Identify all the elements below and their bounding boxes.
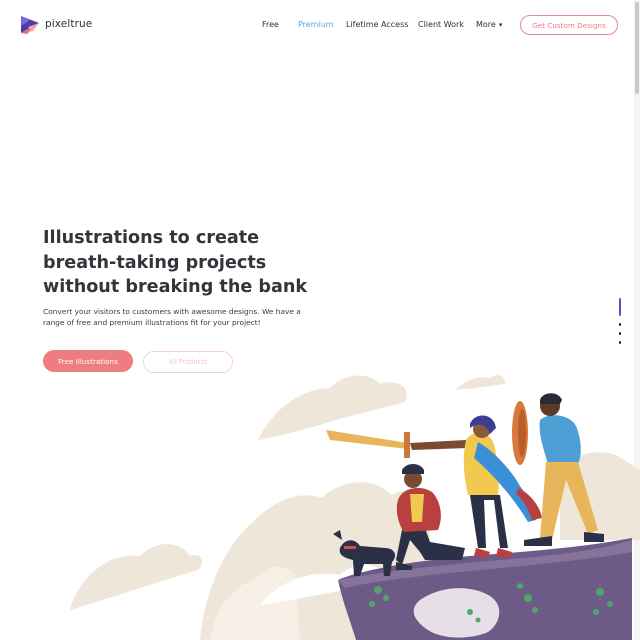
brand-name: pixeltrue (45, 18, 93, 30)
chevron-down-icon: ▾ (498, 21, 503, 29)
slide-dot[interactable] (619, 332, 621, 335)
nav-item-free[interactable]: Free (262, 20, 279, 29)
hero-subtitle-line: Convert your visitors to customers with … (43, 307, 301, 316)
hero-illustration (70, 375, 640, 640)
pixeltrue-logo-icon (21, 16, 39, 34)
scrollbar-thumb[interactable] (635, 2, 639, 94)
nav-item-lifetime-access[interactable]: Lifetime Access (346, 20, 408, 29)
slide-dot[interactable] (619, 341, 621, 344)
slide-dot-active[interactable] (619, 298, 621, 316)
hero-title: Illustrations to create breath-taking pr… (43, 226, 343, 300)
brand-logo[interactable]: pixeltrue (19, 13, 92, 35)
slide-indicator (618, 298, 622, 346)
nav-item-client-work[interactable]: Client Work (418, 20, 464, 29)
hero-title-line: Illustrations to create (43, 228, 260, 248)
slide-dot[interactable] (619, 323, 621, 326)
nav-item-premium[interactable]: Premium (298, 20, 334, 29)
get-custom-designs-button[interactable]: Get Custom Designs (520, 15, 618, 35)
nav-item-more-label: More (476, 20, 496, 29)
hero-title-line: without breaking the bank (43, 277, 308, 297)
hero-subtitle: Convert your visitors to customers with … (43, 306, 303, 328)
nav-item-more[interactable]: More ▾ (476, 20, 502, 29)
hero-subtitle-line: range of free and premium illustrations … (43, 318, 261, 327)
hero-title-line: breath-taking projects (43, 252, 267, 273)
